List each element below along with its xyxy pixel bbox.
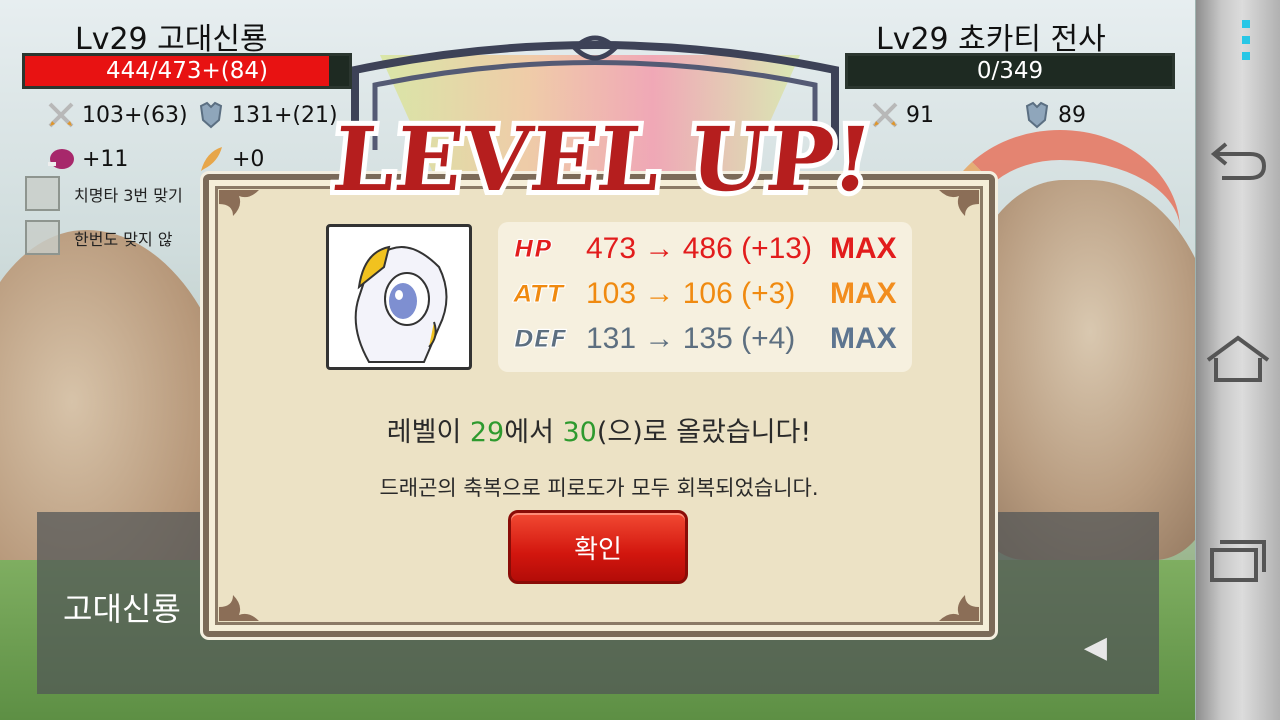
stat-value-hp: 473 → 486 (+13)	[586, 232, 812, 265]
meat-icon	[48, 149, 74, 169]
msg-part-3: (으)로 올랐습니다!	[596, 417, 812, 448]
recovery-message: 드래곤의 축복으로 피로도가 모두 회복되었습니다.	[379, 476, 819, 500]
player-hp-bar: 444/473+(84)	[22, 53, 352, 89]
player-bonus-2-value: +0	[232, 146, 265, 172]
stat-row-att: ATT 103 → 106 (+3) MAX	[514, 277, 897, 311]
right-cliff	[960, 180, 1195, 560]
system-nav-bar	[1196, 0, 1280, 720]
old-level: 29	[469, 417, 505, 448]
enemy-name: Lv29 쵸카티 전사	[876, 22, 1106, 57]
stats-panel: HP 473 → 486 (+13) MAX ATT 103 → 106 (+3…	[498, 222, 912, 372]
enemy-defense-value: 89	[1058, 102, 1086, 128]
wolf-shield-icon	[199, 101, 223, 129]
stat-label-hp: HP	[514, 235, 553, 264]
stat-max-hp: MAX	[830, 232, 897, 265]
confirm-button[interactable]: 확인	[508, 510, 688, 584]
home-icon[interactable]	[1204, 330, 1272, 390]
stat-label-att: ATT	[514, 280, 565, 309]
next-arrow-icon[interactable]: ◀	[1084, 630, 1107, 665]
crossed-swords-icon	[48, 102, 74, 128]
menu-dots-icon[interactable]	[1204, 14, 1272, 74]
player-attack: 103+(63)	[46, 100, 188, 130]
msg-part-2: 에서	[504, 417, 563, 448]
enemy-hp-text: 0/349	[976, 58, 1044, 84]
stat-value-att: 103 → 106 (+3)	[586, 277, 796, 310]
enemy-attack-value: 91	[906, 102, 934, 128]
player-attack-value: 103+(63)	[82, 102, 188, 128]
option-no-hit-checkbox[interactable]	[25, 220, 60, 255]
stat-row-hp: HP 473 → 486 (+13) MAX	[514, 232, 897, 266]
player-name: Lv29 고대신룡	[75, 22, 268, 57]
option-critical-label: 치명타 3번 맞기	[74, 185, 183, 205]
stat-value-def: 131 → 135 (+4)	[586, 322, 796, 355]
player-bonus-1: +11	[46, 144, 128, 174]
feather-icon	[201, 147, 222, 171]
enemy-hp-bar: 0/349	[845, 53, 1175, 89]
level-up-message: 레벨이 29에서 30(으)로 올랐습니다!	[0, 410, 1198, 449]
option-no-hit-label: 한번도 맞지 않	[74, 229, 173, 249]
ornament-corner-icon	[939, 190, 979, 216]
new-level: 30	[562, 417, 597, 448]
option-no-hit[interactable]: 한번도 맞지 않	[25, 220, 173, 255]
player-bonus-2: +0	[196, 144, 264, 174]
ornament-corner-icon	[219, 595, 259, 621]
level-up-title: LEVEL UP!	[330, 107, 877, 211]
msg-part-1: 레벨이	[386, 417, 470, 448]
stat-max-def: MAX	[830, 322, 897, 355]
white-dragon-icon	[354, 245, 448, 363]
dragon-portrait	[326, 224, 472, 370]
option-critical[interactable]: 치명타 3번 맞기	[25, 176, 183, 211]
back-icon[interactable]	[1204, 130, 1272, 190]
player-hp-text: 444/473+(84)	[105, 58, 269, 84]
level-up-banner: LEVEL UP!	[330, 102, 882, 216]
option-critical-checkbox[interactable]	[25, 176, 60, 211]
ornament-corner-icon	[939, 595, 979, 621]
stat-label-def: DEF	[514, 325, 568, 354]
wolf-shield-icon	[1025, 101, 1049, 129]
stat-max-att: MAX	[830, 277, 897, 310]
player-defense: 131+(21)	[196, 100, 338, 130]
player-defense-value: 131+(21)	[232, 102, 338, 128]
enemy-defense: 89	[1022, 100, 1086, 130]
ornament-corner-icon	[219, 190, 259, 216]
player-bonus-1-value: +11	[82, 146, 129, 172]
stat-row-def: DEF 131 → 135 (+4) MAX	[514, 322, 897, 356]
dialogue-speaker: 고대신룡	[63, 590, 181, 628]
recent-apps-icon[interactable]	[1204, 530, 1272, 590]
